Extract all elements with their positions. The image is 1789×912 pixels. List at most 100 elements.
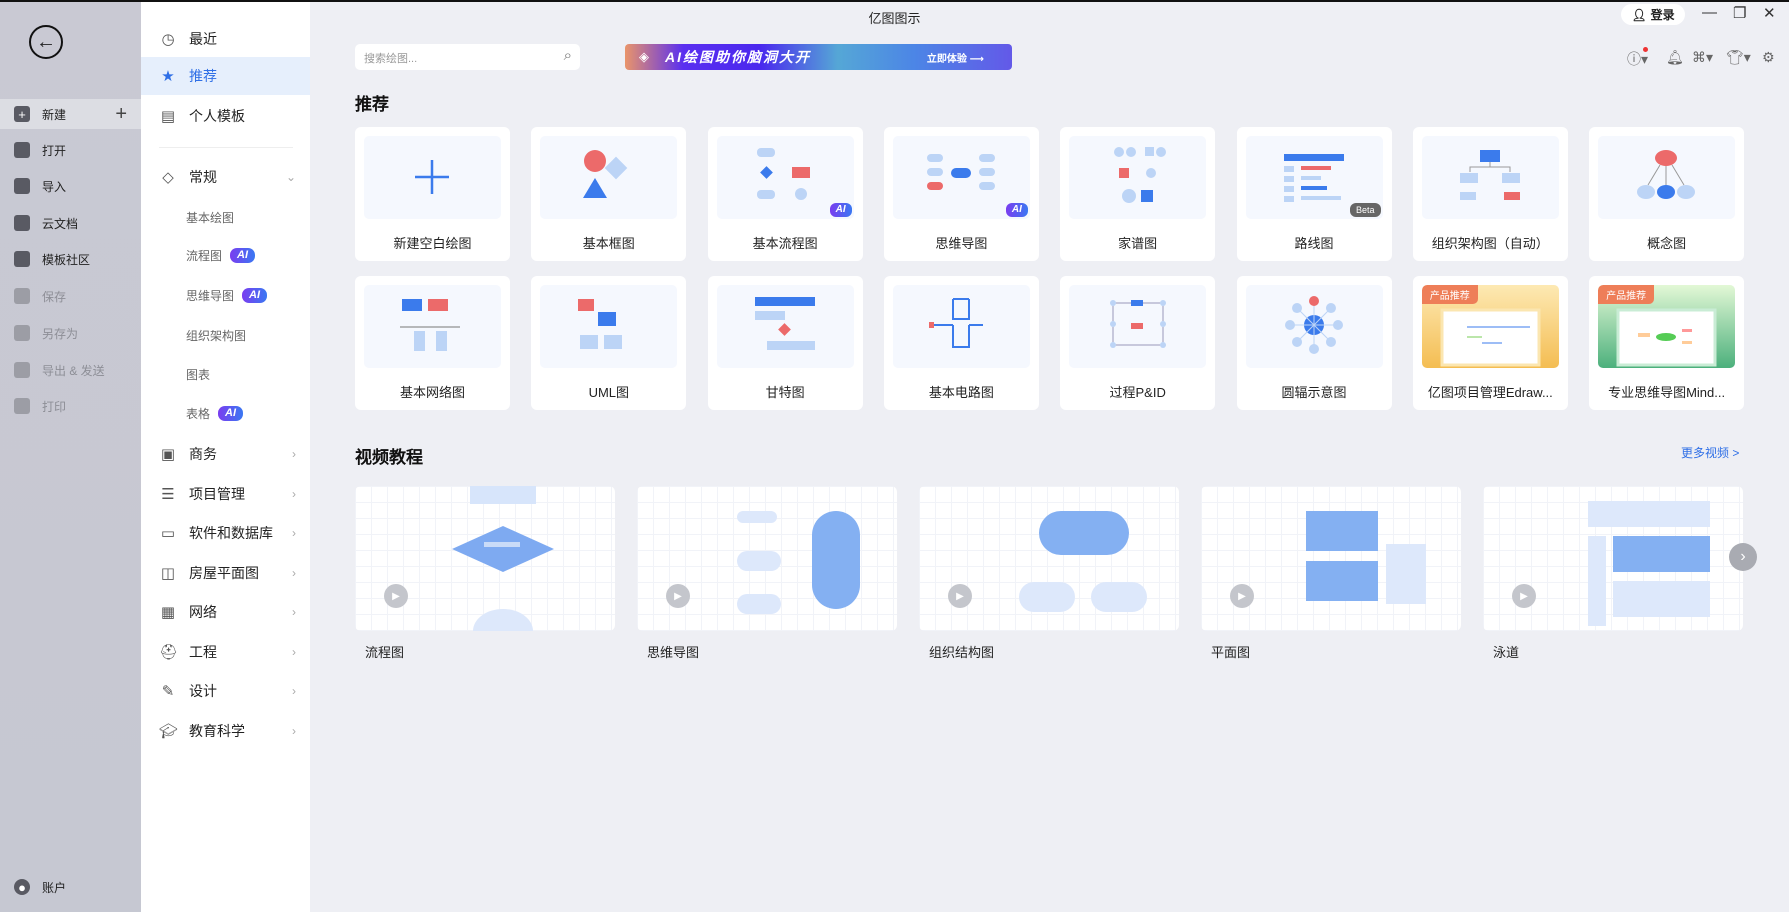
template-label: 基本框图 xyxy=(582,236,635,251)
rail-item-5[interactable]: 保存 xyxy=(0,281,141,311)
plus-square-icon: + xyxy=(14,106,30,122)
play-icon[interactable]: ▶ xyxy=(1512,584,1536,608)
card-badge: AI xyxy=(1005,203,1028,217)
rail-item-6[interactable]: 另存为 xyxy=(0,318,141,348)
uml-thumbnail-icon xyxy=(578,299,623,349)
template-card[interactable]: 圆辐示意图 xyxy=(1236,276,1392,410)
template-thumbnail: 产品推荐 xyxy=(1598,285,1736,368)
template-label: 甘特图 xyxy=(765,385,805,400)
template-card[interactable]: 过程P&ID xyxy=(1060,276,1216,410)
apps-grid-icon[interactable]: ⌘▾ xyxy=(1692,49,1713,66)
video-thumbnail-icon xyxy=(737,511,860,614)
template-card[interactable]: 组织架构图（自动） xyxy=(1412,127,1568,261)
template-card[interactable]: 基本电路图 xyxy=(883,276,1039,410)
sidebar-item-general[interactable]: ◇ 常规 ⌄ xyxy=(141,158,310,196)
rail-item-2[interactable]: 导入 xyxy=(0,171,141,201)
minimize-button[interactable]: — xyxy=(1702,4,1717,21)
sidebar-category[interactable]: 🎓︎ 教育科学 › xyxy=(141,712,310,750)
family-thumbnail-icon xyxy=(1114,147,1167,203)
play-icon[interactable]: ▶ xyxy=(384,584,408,608)
window-icon: ▭ xyxy=(160,525,176,542)
chevron-right-icon: › xyxy=(292,486,296,501)
sidebar-category[interactable]: ⛑ 工程 › xyxy=(141,633,310,671)
card-badge: Beta xyxy=(1349,203,1381,217)
presentation-icon: ▣ xyxy=(160,446,176,463)
rail-item-1[interactable]: 打开 xyxy=(0,135,141,165)
play-icon[interactable]: ▶ xyxy=(1230,584,1254,608)
sidebar-item-personal-templates[interactable]: ▤ 个人模板 xyxy=(141,97,310,135)
template-card[interactable]: 新建空白绘图 xyxy=(355,127,510,261)
template-card[interactable]: 基本网络图 xyxy=(355,276,510,410)
sidebar-category[interactable]: ▣ 商务 › xyxy=(141,435,310,473)
template-card[interactable]: AI 基本流程图 xyxy=(707,127,863,261)
play-icon[interactable]: ▶ xyxy=(948,584,972,608)
video-thumbnail-icon xyxy=(452,486,554,631)
user-icon: 👤︎ xyxy=(1631,7,1647,22)
search-input[interactable]: 搜索绘图... ⌕ xyxy=(355,44,580,70)
template-thumbnail xyxy=(1069,136,1207,219)
export-icon xyxy=(14,362,30,378)
shapes-thumbnail-icon xyxy=(583,150,628,198)
template-card[interactable]: Beta 路线图 xyxy=(1236,127,1392,261)
template-thumbnail xyxy=(892,285,1030,368)
account-button[interactable]: ● 账户 xyxy=(0,872,141,902)
sidebar-subitem[interactable]: 组织架构图 xyxy=(186,327,246,344)
rail-item-4[interactable]: 模板社区 xyxy=(0,244,141,274)
template-label: 基本流程图 xyxy=(752,236,818,251)
gear-icon[interactable]: ⚙ xyxy=(1762,49,1775,66)
template-card[interactable]: 甘特图 xyxy=(707,276,863,410)
back-button[interactable]: ← xyxy=(29,25,63,59)
rail-item-7[interactable]: 导出 & 发送 xyxy=(0,355,141,385)
sidebar-subitem[interactable]: 基本绘图 xyxy=(186,209,234,226)
chevron-right-icon: › xyxy=(292,723,296,738)
ai-banner[interactable]: ◈ AI绘图助你脑洞大开 立即体验 ⟶ xyxy=(625,44,1012,70)
ai-badge: AI xyxy=(230,248,256,263)
template-thumbnail xyxy=(1598,136,1736,219)
video-card[interactable]: ▶ xyxy=(919,486,1179,631)
more-videos-link[interactable]: 更多视频 > xyxy=(1681,444,1739,461)
sidebar-category[interactable]: ▭ 软件和数据库 › xyxy=(141,514,310,552)
video-card[interactable]: ▶ xyxy=(355,486,615,631)
rail-item-8[interactable]: 打印 xyxy=(0,391,141,421)
template-card[interactable]: AI 思维导图 xyxy=(883,127,1039,261)
video-card[interactable]: ▶ xyxy=(637,486,897,631)
sidebar-subitem[interactable]: 思维导图 AI xyxy=(186,287,268,304)
rail-item-0[interactable]: + 新建 + xyxy=(0,99,141,129)
video-card[interactable]: ▶ xyxy=(1201,486,1461,631)
plus-icon[interactable]: + xyxy=(115,103,127,126)
sidebar-category[interactable]: ☰ 项目管理 › xyxy=(141,475,310,513)
sidebar-subitem[interactable]: 流程图 AI xyxy=(186,247,256,264)
help-icon[interactable]: ⓘ▾ xyxy=(1627,49,1648,69)
chevron-right-icon: › xyxy=(292,565,296,580)
theme-shirt-icon[interactable]: 👕︎▾ xyxy=(1726,49,1751,66)
left-rail: ← + 新建 + 打开导入云文档模板社区保存另存为导出 & 发送 打印 ● 账户 xyxy=(0,2,141,912)
ai-badge: AI xyxy=(242,288,268,303)
template-card[interactable]: 基本框图 xyxy=(531,127,687,261)
template-card[interactable]: 家谱图 xyxy=(1060,127,1216,261)
template-thumbnail: Beta xyxy=(1245,136,1383,219)
sidebar-subitem[interactable]: 图表 xyxy=(186,366,210,383)
search-icon[interactable]: ⌕ xyxy=(564,47,572,64)
template-card[interactable]: UML图 xyxy=(531,276,687,410)
template-card[interactable]: 产品推荐 亿图项目管理Edraw... xyxy=(1412,276,1568,410)
carousel-next-button[interactable]: › xyxy=(1729,543,1757,571)
sidebar-category[interactable]: ◫ 房屋平面图 › xyxy=(141,554,310,592)
login-button[interactable]: 👤︎ 登录 xyxy=(1621,4,1685,25)
try-now-link[interactable]: 立即体验 ⟶ xyxy=(927,50,984,65)
template-card[interactable]: 产品推荐 专业思维导图Mind... xyxy=(1589,276,1745,410)
template-label: 圆辐示意图 xyxy=(1281,385,1347,400)
video-card[interactable]: ▶ xyxy=(1483,486,1743,631)
restore-button[interactable]: ❐ xyxy=(1733,4,1746,22)
sidebar-item-recommended[interactable]: ★ 推荐 xyxy=(141,57,310,95)
ai-robot-icon: ◈ xyxy=(639,49,651,64)
close-button[interactable]: ✕ xyxy=(1763,4,1776,22)
sidebar-category[interactable]: ▦ 网络 › xyxy=(141,593,310,631)
template-label: 路线图 xyxy=(1294,236,1334,251)
play-icon[interactable]: ▶ xyxy=(666,584,690,608)
bell-icon[interactable]: 🔔︎ xyxy=(1666,49,1684,66)
template-card[interactable]: 概念图 xyxy=(1589,127,1745,261)
rail-item-3[interactable]: 云文档 xyxy=(0,208,141,238)
sidebar-category[interactable]: ✎ 设计 › xyxy=(141,672,310,710)
pid-thumbnail-icon xyxy=(1110,300,1167,348)
sidebar-subitem[interactable]: 表格 AI xyxy=(186,405,244,422)
